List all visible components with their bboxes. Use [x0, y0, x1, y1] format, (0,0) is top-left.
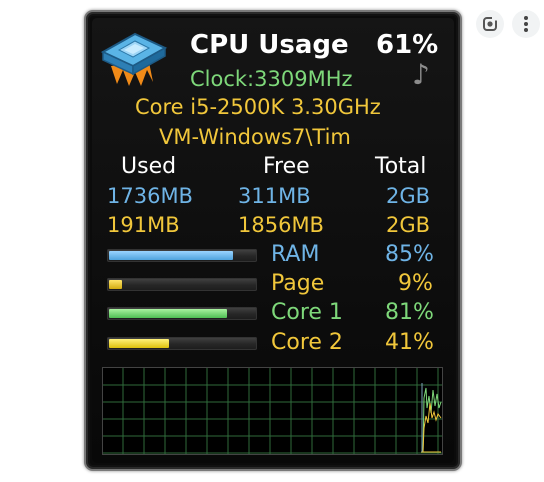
cpu-history-graph — [102, 367, 443, 455]
page-meter-value: 9% — [398, 271, 433, 296]
ram-meter-fill — [109, 251, 233, 260]
column-header-total: Total — [375, 154, 427, 179]
page-free: 1856MB — [238, 213, 324, 237]
column-header-free: Free — [263, 154, 310, 179]
gadget-title: CPU Usage — [190, 30, 349, 60]
lens-search-icon[interactable] — [476, 10, 504, 38]
core2-meter-bar — [107, 337, 257, 350]
machine-user: VM-Windows7\Tim — [159, 125, 351, 149]
music-note-icon[interactable]: ♪ — [412, 58, 430, 91]
page-meter-bar — [107, 278, 257, 291]
core2-meter-label: Core 2 — [271, 330, 343, 355]
core1-meter-fill — [109, 309, 227, 318]
page-meter-fill — [109, 280, 122, 289]
ram-meter-bar — [107, 249, 257, 262]
page-meter-label: Page — [271, 271, 325, 296]
more-vertical-icon[interactable] — [512, 10, 540, 38]
page-total: 2GB — [386, 213, 431, 237]
core2-meter-value: 41% — [385, 330, 434, 355]
cpu-history-svg — [103, 368, 442, 454]
core1-meter-label: Core 1 — [271, 300, 343, 325]
page-used: 191MB — [107, 213, 180, 237]
ram-total: 2GB — [386, 184, 431, 208]
core1-meter-value: 81% — [385, 300, 434, 325]
cpu-chip-icon — [97, 26, 169, 88]
core1-meter-bar — [107, 307, 257, 320]
ram-free: 311MB — [238, 184, 311, 208]
core2-meter-fill — [109, 339, 169, 348]
ram-used: 1736MB — [107, 184, 193, 208]
column-header-used: Used — [121, 154, 177, 179]
cpu-usage-percent: 61% — [376, 30, 439, 60]
clock-speed: Clock:3309MHz — [190, 67, 353, 91]
processor-name: Core i5-2500K 3.30GHz — [135, 95, 381, 119]
ram-meter-value: 85% — [385, 242, 434, 267]
ram-meter-label: RAM — [271, 242, 320, 267]
